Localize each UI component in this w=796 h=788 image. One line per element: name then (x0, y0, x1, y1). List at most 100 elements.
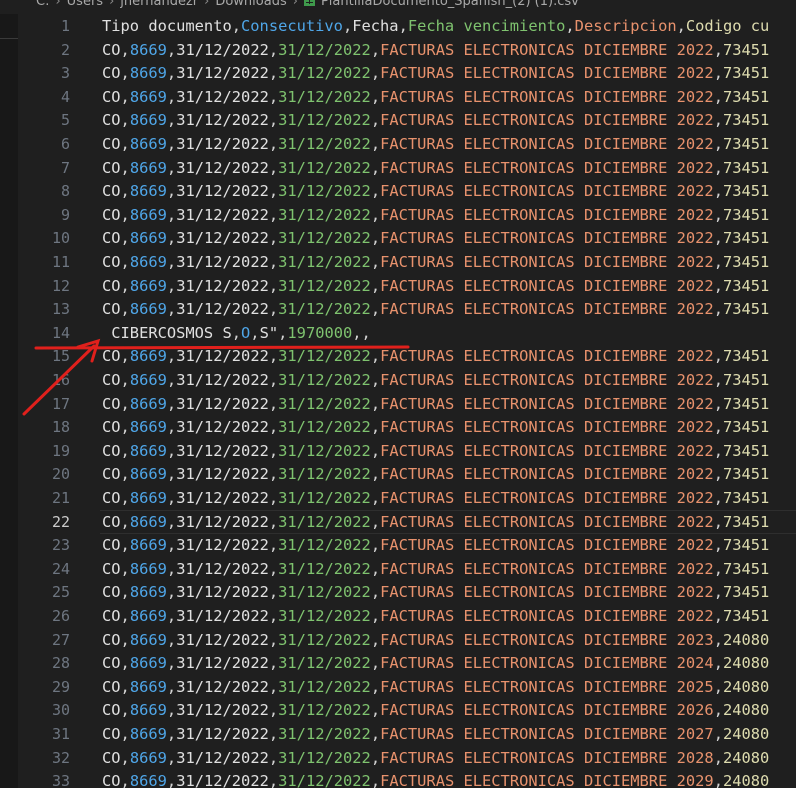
line-number[interactable]: 24 (18, 557, 70, 581)
code-line[interactable]: 29 CO,8669,31/12/2022,31/12/2022,FACTURAS… (18, 675, 796, 699)
csv-data-row[interactable]: CO,8669,31/12/2022,31/12/2022,FACTURAS E… (102, 179, 769, 203)
code-line[interactable]: 23 CO,8669,31/12/2022,31/12/2022,FACTURAS… (18, 533, 796, 557)
csv-data-row[interactable]: CO,8669,31/12/2022,31/12/2022,FACTURAS E… (102, 392, 769, 416)
line-number[interactable]: 23 (18, 533, 70, 557)
line-number[interactable]: 12 (18, 274, 70, 298)
csv-header-row[interactable]: Tipo documento,Consecutivo,Fecha,Fecha v… (102, 14, 769, 38)
code-line[interactable]: 15 CO,8669,31/12/2022,31/12/2022,FACTURAS… (18, 344, 796, 368)
code-line[interactable]: 11 CO,8669,31/12/2022,31/12/2022,FACTURAS… (18, 250, 796, 274)
code-line[interactable]: 17 CO,8669,31/12/2022,31/12/2022,FACTURAS… (18, 392, 796, 416)
line-number[interactable]: 5 (18, 108, 70, 132)
csv-data-row[interactable]: CO,8669,31/12/2022,31/12/2022,FACTURAS E… (102, 297, 769, 321)
code-line[interactable]: 7 CO,8669,31/12/2022,31/12/2022,FACTURAS … (18, 156, 796, 180)
csv-data-row[interactable]: CO,8669,31/12/2022,31/12/2022,FACTURAS E… (102, 344, 769, 368)
line-number[interactable]: 13 (18, 297, 70, 321)
breadcrumb-file[interactable]: PlantillaDocumento_Spanish_(2) (1).csv (321, 0, 579, 9)
csv-data-row[interactable]: CO,8669,31/12/2022,31/12/2022,FACTURAS E… (102, 698, 769, 722)
code-line[interactable]: 28 CO,8669,31/12/2022,31/12/2022,FACTURAS… (18, 651, 796, 675)
csv-data-row[interactable]: CO,8669,31/12/2022,31/12/2022,FACTURAS E… (102, 156, 769, 180)
line-number[interactable]: 15 (18, 344, 70, 368)
csv-data-row[interactable]: CO,8669,31/12/2022,31/12/2022,FACTURAS E… (102, 462, 769, 486)
csv-data-row[interactable]: CO,8669,31/12/2022,31/12/2022,FACTURAS E… (102, 722, 769, 746)
breadcrumb-downloads[interactable]: Downloads (215, 0, 286, 9)
breadcrumb-user[interactable]: jhernandezr (120, 0, 198, 9)
csv-data-row[interactable]: CO,8669,31/12/2022,31/12/2022,FACTURAS E… (102, 108, 769, 132)
csv-data-row[interactable]: CO,8669,31/12/2022,31/12/2022,FACTURAS E… (102, 203, 769, 227)
code-line-header[interactable]: 1 Tipo documento,Consecutivo,Fecha,Fecha… (18, 14, 796, 38)
csv-data-row[interactable]: CO,8669,31/12/2022,31/12/2022,FACTURAS E… (102, 769, 769, 788)
code-line[interactable]: 12 CO,8669,31/12/2022,31/12/2022,FACTURAS… (18, 274, 796, 298)
csv-data-row[interactable]: CO,8669,31/12/2022,31/12/2022,FACTURAS E… (102, 415, 769, 439)
code-line[interactable]: 30 CO,8669,31/12/2022,31/12/2022,FACTURAS… (18, 698, 796, 722)
code-line[interactable]: 25 CO,8669,31/12/2022,31/12/2022,FACTURAS… (18, 580, 796, 604)
csv-data-row[interactable]: CO,8669,31/12/2022,31/12/2022,FACTURAS E… (102, 85, 769, 109)
code-line[interactable]: 4 CO,8669,31/12/2022,31/12/2022,FACTURAS … (18, 85, 796, 109)
line-number[interactable]: 1 (18, 14, 70, 38)
csv-data-row[interactable]: CO,8669,31/12/2022,31/12/2022,FACTURAS E… (102, 580, 769, 604)
line-number[interactable]: 3 (18, 61, 70, 85)
code-line[interactable]: 21 CO,8669,31/12/2022,31/12/2022,FACTURAS… (18, 486, 796, 510)
csv-data-row[interactable]: CO,8669,31/12/2022,31/12/2022,FACTURAS E… (102, 651, 769, 675)
line-number[interactable]: 20 (18, 462, 70, 486)
csv-data-row[interactable]: CO,8669,31/12/2022,31/12/2022,FACTURAS E… (102, 533, 769, 557)
code-line[interactable]: 2 CO,8669,31/12/2022,31/12/2022,FACTURAS … (18, 38, 796, 62)
code-line[interactable]: 22 CO,8669,31/12/2022,31/12/2022,FACTURAS… (18, 510, 796, 534)
line-number[interactable]: 16 (18, 368, 70, 392)
line-number[interactable]: 27 (18, 628, 70, 652)
code-line[interactable]: 13 CO,8669,31/12/2022,31/12/2022,FACTURAS… (18, 297, 796, 321)
csv-data-row[interactable]: CO,8669,31/12/2022,31/12/2022,FACTURAS E… (102, 61, 769, 85)
code-line[interactable]: 10 CO,8669,31/12/2022,31/12/2022,FACTURAS… (18, 226, 796, 250)
broken-csv-row[interactable]: CIBERCOSMOS S,O,S",1970000,, (102, 321, 371, 345)
csv-data-row[interactable]: CO,8669,31/12/2022,31/12/2022,FACTURAS E… (102, 746, 769, 770)
csv-data-row[interactable]: CO,8669,31/12/2022,31/12/2022,FACTURAS E… (102, 439, 769, 463)
code-line-broken[interactable]: 14 CIBERCOSMOS S,O,S",1970000,, (18, 321, 796, 345)
csv-data-row[interactable]: CO,8669,31/12/2022,31/12/2022,FACTURAS E… (102, 38, 769, 62)
line-number[interactable]: 9 (18, 203, 70, 227)
csv-data-row[interactable]: CO,8669,31/12/2022,31/12/2022,FACTURAS E… (102, 132, 769, 156)
line-number[interactable]: 30 (18, 698, 70, 722)
line-number[interactable]: 10 (18, 226, 70, 250)
editor-pane[interactable]: 1 Tipo documento,Consecutivo,Fecha,Fecha… (18, 14, 796, 788)
line-number[interactable]: 26 (18, 604, 70, 628)
csv-data-row[interactable]: CO,8669,31/12/2022,31/12/2022,FACTURAS E… (102, 250, 769, 274)
csv-data-row[interactable]: CO,8669,31/12/2022,31/12/2022,FACTURAS E… (102, 628, 769, 652)
line-number[interactable]: 29 (18, 675, 70, 699)
code-line[interactable]: 19 CO,8669,31/12/2022,31/12/2022,FACTURAS… (18, 439, 796, 463)
line-number[interactable]: 31 (18, 722, 70, 746)
line-number[interactable]: 17 (18, 392, 70, 416)
code-line[interactable]: 20 CO,8669,31/12/2022,31/12/2022,FACTURAS… (18, 462, 796, 486)
line-number[interactable]: 28 (18, 651, 70, 675)
breadcrumb-drive[interactable]: C: (36, 0, 49, 9)
csv-data-row[interactable]: CO,8669,31/12/2022,31/12/2022,FACTURAS E… (102, 486, 769, 510)
csv-data-row[interactable]: CO,8669,31/12/2022,31/12/2022,FACTURAS E… (102, 368, 769, 392)
breadcrumb-users[interactable]: Users (67, 0, 103, 9)
csv-data-row[interactable]: CO,8669,31/12/2022,31/12/2022,FACTURAS E… (102, 226, 769, 250)
code-line[interactable]: 18 CO,8669,31/12/2022,31/12/2022,FACTURAS… (18, 415, 796, 439)
line-number[interactable]: 33 (18, 769, 70, 788)
line-number[interactable]: 11 (18, 250, 70, 274)
line-number[interactable]: 19 (18, 439, 70, 463)
code-line[interactable]: 31 CO,8669,31/12/2022,31/12/2022,FACTURAS… (18, 722, 796, 746)
line-number[interactable]: 18 (18, 415, 70, 439)
code-line[interactable]: 3 CO,8669,31/12/2022,31/12/2022,FACTURAS … (18, 61, 796, 85)
csv-data-row[interactable]: CO,8669,31/12/2022,31/12/2022,FACTURAS E… (102, 557, 769, 581)
csv-data-row[interactable]: CO,8669,31/12/2022,31/12/2022,FACTURAS E… (102, 604, 769, 628)
line-number[interactable]: 2 (18, 38, 70, 62)
code-line[interactable]: 5 CO,8669,31/12/2022,31/12/2022,FACTURAS … (18, 108, 796, 132)
code-line[interactable]: 9 CO,8669,31/12/2022,31/12/2022,FACTURAS … (18, 203, 796, 227)
code-line[interactable]: 26 CO,8669,31/12/2022,31/12/2022,FACTURAS… (18, 604, 796, 628)
code-line[interactable]: 6 CO,8669,31/12/2022,31/12/2022,FACTURAS … (18, 132, 796, 156)
code-line[interactable]: 8 CO,8669,31/12/2022,31/12/2022,FACTURAS … (18, 179, 796, 203)
line-number[interactable]: 32 (18, 746, 70, 770)
line-number[interactable]: 4 (18, 85, 70, 109)
line-number[interactable]: 7 (18, 156, 70, 180)
code-line[interactable]: 32 CO,8669,31/12/2022,31/12/2022,FACTURAS… (18, 746, 796, 770)
code-line[interactable]: 27 CO,8669,31/12/2022,31/12/2022,FACTURAS… (18, 628, 796, 652)
code-line[interactable]: 16 CO,8669,31/12/2022,31/12/2022,FACTURAS… (18, 368, 796, 392)
csv-data-row[interactable]: CO,8669,31/12/2022,31/12/2022,FACTURAS E… (102, 675, 769, 699)
line-number[interactable]: 6 (18, 132, 70, 156)
line-number[interactable]: 8 (18, 179, 70, 203)
line-number[interactable]: 14 (18, 321, 70, 345)
csv-data-row[interactable]: CO,8669,31/12/2022,31/12/2022,FACTURAS E… (102, 274, 769, 298)
code-line[interactable]: 24 CO,8669,31/12/2022,31/12/2022,FACTURAS… (18, 557, 796, 581)
